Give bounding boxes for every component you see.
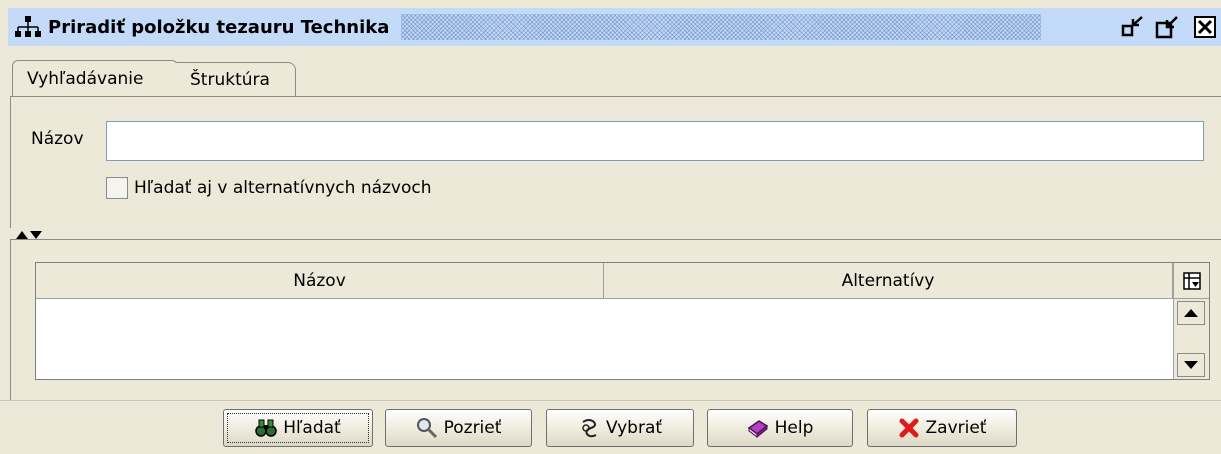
close-button[interactable]: Zavrieť <box>867 409 1017 447</box>
tab-structure[interactable]: Štruktúra <box>176 62 296 96</box>
panel-splitter[interactable] <box>10 228 1221 240</box>
dock-button[interactable] <box>1154 14 1180 40</box>
search-button[interactable]: Hľadať <box>223 409 373 447</box>
column-chooser-button[interactable] <box>1173 263 1209 299</box>
red-x-icon <box>899 418 919 438</box>
title-bar[interactable]: Priradiť položku tezauru Technika <box>8 8 1221 46</box>
tab-label: Štruktúra <box>190 69 270 90</box>
magnifier-icon <box>416 418 437 439</box>
name-input[interactable] <box>106 121 1204 161</box>
close-button-label: Zavrieť <box>925 418 987 438</box>
arrow-down-icon <box>1184 361 1198 369</box>
scroll-up-button[interactable] <box>1177 301 1205 325</box>
help-button[interactable]: Help <box>707 409 853 447</box>
vertical-scrollbar[interactable] <box>1173 299 1209 379</box>
view-button-label: Pozrieť <box>443 418 502 438</box>
undock-icon <box>1121 16 1143 37</box>
undock-button[interactable] <box>1120 14 1146 40</box>
dialog-window: Priradiť položku tezauru Technika Vyhľad… <box>0 0 1221 454</box>
arrow-up-icon <box>1184 309 1198 317</box>
search-button-label: Hľadať <box>283 418 341 438</box>
binoculars-icon <box>255 419 278 437</box>
select-button-label: Vybrať <box>605 418 663 438</box>
search-panel: Názov Hľadať aj v alternatívnych názvoch <box>10 96 1221 228</box>
scroll-down-button[interactable] <box>1177 353 1205 377</box>
select-hook-icon <box>582 419 597 438</box>
alt-names-checkbox-label[interactable]: Hľadať aj v alternatívnych názvoch <box>134 178 432 198</box>
alt-names-checkbox[interactable] <box>106 177 128 199</box>
title-drag-area[interactable] <box>401 14 1042 40</box>
column-header-alternatives[interactable]: Alternatívy <box>604 263 1173 299</box>
column-chooser-icon <box>1182 271 1201 290</box>
split-arrows-icon <box>16 231 42 239</box>
book-icon <box>747 420 768 439</box>
name-label: Názov <box>31 129 84 149</box>
close-icon <box>1194 16 1216 38</box>
tab-label: Vyhľadávanie <box>27 68 144 89</box>
tab-strip: Vyhľadávanie Štruktúra <box>8 56 1221 96</box>
help-button-label: Help <box>774 418 814 438</box>
close-window-button[interactable] <box>1192 14 1218 40</box>
table-header: Názov Alternatívy <box>36 263 1173 299</box>
hierarchy-icon <box>15 16 41 37</box>
results-panel: Názov Alternatívy <box>10 240 1221 400</box>
dock-icon <box>1155 16 1178 39</box>
select-button[interactable]: Vybrať <box>546 409 694 447</box>
column-header-name[interactable]: Názov <box>36 263 604 299</box>
button-bar: Hľadať Pozrieť Vybrať Help Zavrieť <box>0 400 1221 454</box>
window-title: Priradiť položku tezauru Technika <box>48 16 390 38</box>
alt-names-option[interactable]: Hľadať aj v alternatívnych názvoch <box>106 177 432 199</box>
results-table[interactable]: Názov Alternatívy <box>35 262 1210 380</box>
tab-search[interactable]: Vyhľadávanie <box>12 60 178 96</box>
view-button[interactable]: Pozrieť <box>385 409 532 447</box>
